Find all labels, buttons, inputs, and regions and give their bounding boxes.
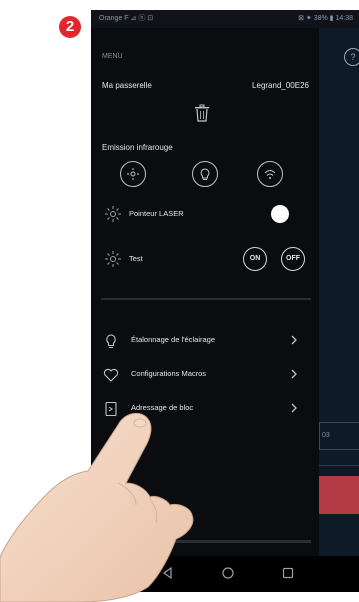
heart-icon [103, 368, 119, 382]
status-bar: Orange F ⊿ ⓝ ⊡ ⊠ ⁕ 38% ▮ 14:38 [91, 10, 359, 28]
trash-icon[interactable] [194, 104, 210, 122]
background-divider [319, 465, 359, 466]
wifi-icon [264, 170, 276, 179]
status-battery-time: ⊠ ⁕ 38% ▮ 14:38 [298, 15, 353, 22]
chevron-right-icon [291, 369, 297, 379]
laser-pointer-toggle[interactable] [271, 205, 289, 223]
test-label: Test [129, 254, 143, 263]
sun-icon [127, 168, 139, 180]
infrared-emission-label: Emission infrarouge [102, 143, 173, 152]
ir-bulb-button[interactable] [192, 161, 218, 187]
chevron-right-icon [291, 335, 297, 345]
menu-item-macro-configurations[interactable]: Configurations Macros [91, 360, 319, 390]
chevron-right-icon [291, 403, 297, 413]
status-carrier: Orange F ⊿ ⓝ ⊡ [99, 15, 154, 22]
home-icon[interactable] [221, 566, 235, 580]
menu-item-label: Étalonnage de l'éclairage [131, 335, 215, 344]
gateway-value[interactable]: Legrand_00E26 [252, 81, 309, 90]
bulb-icon [106, 334, 116, 348]
test-on-button[interactable]: ON [243, 247, 267, 271]
gateway-label: Ma passerelle [102, 81, 152, 90]
drawer-divider [101, 298, 311, 300]
background-input[interactable]: 03 [319, 422, 359, 450]
recents-icon[interactable] [281, 566, 295, 580]
help-button[interactable]: ? [344, 48, 359, 66]
ir-sun-button[interactable] [120, 161, 146, 187]
laser-icon [105, 206, 121, 222]
test-off-button[interactable]: OFF [281, 247, 305, 271]
bulb-icon [200, 168, 210, 180]
menu-heading: MENU [102, 53, 123, 60]
step-number-badge: 2 [59, 16, 81, 38]
menu-item-label: Configurations Macros [131, 369, 207, 378]
laser-pointer-label: Pointeur LASER [129, 209, 184, 218]
test-icon [105, 251, 121, 267]
menu-item-lighting-calibration[interactable]: Étalonnage de l'éclairage [91, 326, 319, 356]
hand-pointer-icon [0, 412, 194, 602]
background-red-button[interactable] [319, 476, 359, 514]
ir-wifi-button[interactable] [257, 161, 283, 187]
